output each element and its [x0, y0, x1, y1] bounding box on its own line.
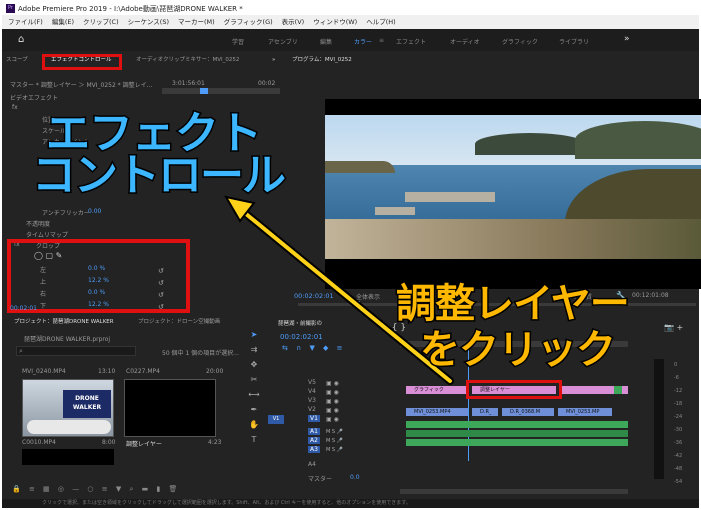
- caption-effect-line2: コントロール: [31, 149, 288, 203]
- menu-file[interactable]: ファイル(F): [8, 15, 43, 29]
- menu-sequence[interactable]: シーケンス(S): [128, 15, 169, 29]
- window-titlebar: Pr Adobe Premiere Pro 2019 - I:\Adobe動画\琵…: [2, 3, 699, 15]
- menu-clip[interactable]: クリップ(C): [83, 15, 119, 29]
- window-title: Adobe Premiere Pro 2019 - I:\Adobe動画\琵琶湖…: [18, 5, 243, 13]
- premiere-app-icon: Pr: [6, 4, 15, 13]
- caption-action-line2: をクリック: [419, 326, 618, 375]
- menu-view[interactable]: 表示(V): [282, 15, 305, 29]
- menu-window[interactable]: ウィンドウ(W): [313, 15, 357, 29]
- menu-graphic[interactable]: グラフィック(G): [224, 15, 273, 29]
- menu-edit[interactable]: 編集(E): [52, 15, 74, 29]
- premiere-workspace: ⌂ 学習 アセンブリ 編集 カラー ≡ エフェクト オーディオ グラフィック ラ…: [2, 29, 701, 508]
- menu-marker[interactable]: マーカー(M): [178, 15, 215, 29]
- menu-bar: ファイル(F) 編集(E) クリップ(C) シーケンス(S) マーカー(M) グ…: [2, 15, 699, 29]
- menu-help[interactable]: ヘルプ(H): [366, 15, 395, 29]
- screenshot-frame: Pr Adobe Premiere Pro 2019 - I:\Adobe動画\琵…: [0, 0, 701, 510]
